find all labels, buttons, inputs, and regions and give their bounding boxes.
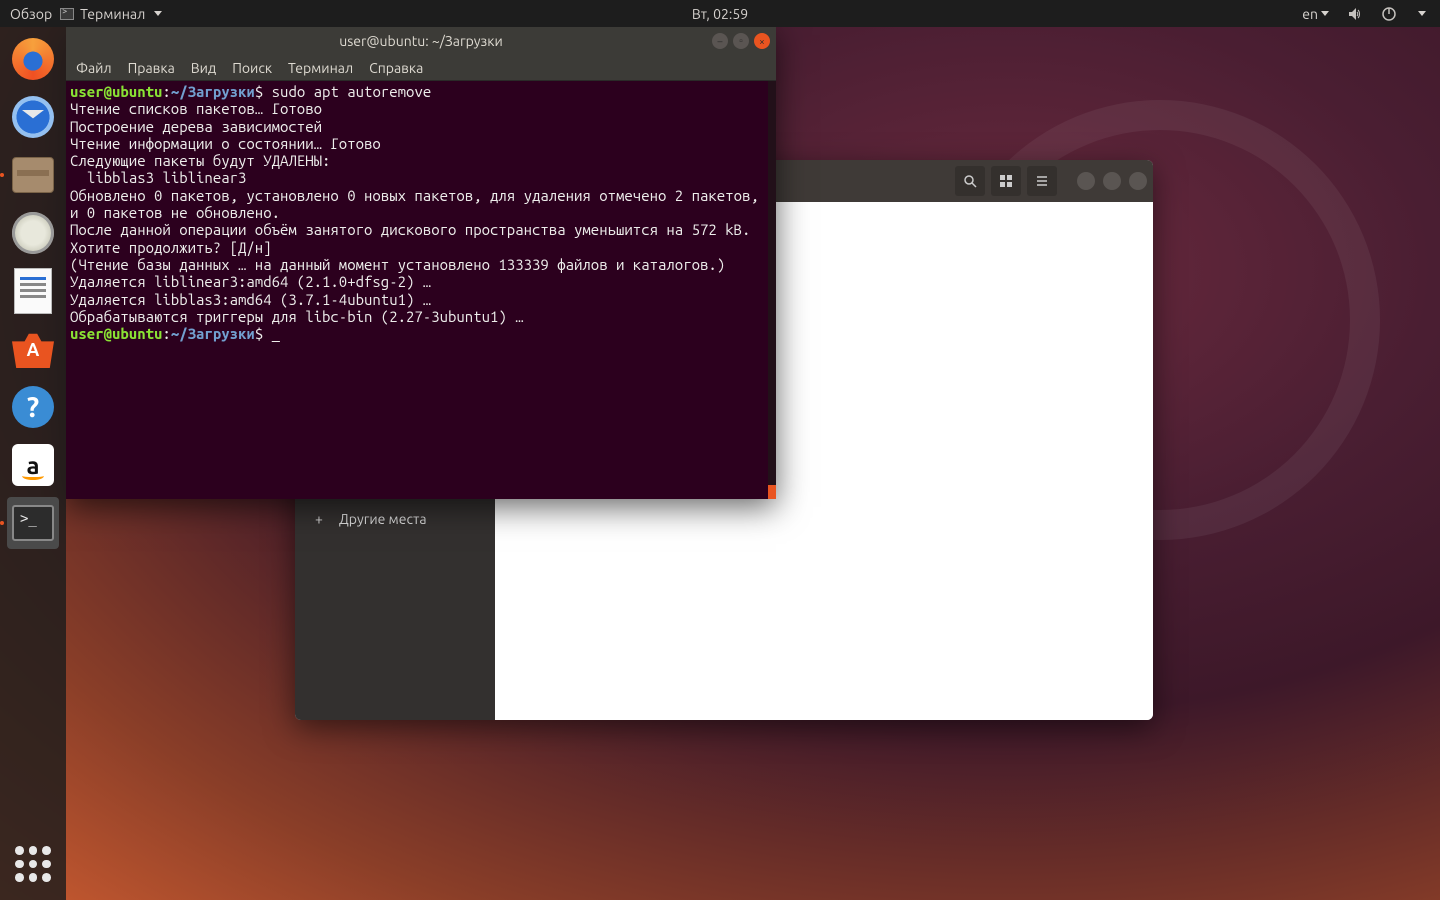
terminal-window[interactable]: user@ubuntu: ~/Загрузки – ▫ × Файл Правк… (66, 27, 776, 499)
term-line: (Чтение базы данных … на данный момент у… (70, 256, 725, 273)
dock: ? a (0, 27, 66, 900)
term-line: Хотите продолжить? [Д/н] (70, 239, 272, 256)
prompt-path: ~/Загрузки (171, 325, 255, 342)
clock[interactable]: Вт, 02:59 (692, 6, 748, 22)
view-toggle-button[interactable] (991, 166, 1021, 196)
prompt-path: ~/Загрузки (171, 83, 255, 100)
term-line: libblas3 liblinear3 (70, 169, 246, 186)
term-line: После данной операции объём занятого дис… (70, 221, 750, 238)
appmenu-terminal[interactable]: Терминал (60, 6, 162, 22)
prompt-symbol: $ (255, 325, 263, 342)
apps-grid-icon (15, 846, 51, 882)
launcher-terminal[interactable] (7, 497, 59, 549)
term-line: Чтение списков пакетов… Готово (70, 100, 322, 117)
search-button[interactable] (955, 166, 985, 196)
launcher-help[interactable]: ? (7, 381, 59, 433)
command-text: sudo apt autoremove (272, 83, 432, 100)
volume-icon[interactable] (1347, 6, 1363, 22)
terminal-scrollbar-thumb[interactable] (768, 485, 776, 499)
firefox-icon (12, 38, 54, 80)
software-icon (12, 330, 54, 368)
sidebar-item-label: Другие места (339, 511, 427, 527)
terminal-title-text: user@ubuntu: ~/Загрузки (339, 33, 503, 49)
terminal-titlebar[interactable]: user@ubuntu: ~/Загрузки – ▫ × (66, 27, 776, 55)
prompt-symbol: $ (255, 83, 263, 100)
terminal-icon (60, 8, 74, 20)
term-line: Следующие пакеты будут УДАЛЕНЫ: (70, 152, 330, 169)
show-applications-button[interactable] (7, 838, 59, 890)
window-close-button[interactable] (1129, 172, 1147, 190)
files-icon (12, 157, 54, 193)
grid-icon (999, 174, 1013, 188)
sidebar-item-other-places[interactable]: + Другие места (295, 502, 495, 536)
window-maximize-button[interactable]: ▫ (733, 33, 749, 49)
launcher-software[interactable] (7, 323, 59, 375)
keyboard-layout-label: en (1302, 6, 1318, 22)
chevron-down-icon (154, 11, 162, 16)
launcher-rhythmbox[interactable] (7, 207, 59, 259)
window-minimize-button[interactable] (1077, 172, 1095, 190)
window-minimize-button[interactable]: – (712, 33, 728, 49)
chevron-down-icon (1321, 11, 1329, 16)
terminal-output[interactable]: user@ubuntu:~/Загрузки$ sudo apt autorem… (66, 81, 776, 499)
terminal-menubar: Файл Правка Вид Поиск Терминал Справка (66, 55, 776, 81)
menu-view[interactable]: Вид (191, 60, 216, 76)
menu-help[interactable]: Справка (369, 60, 423, 76)
launcher-firefox[interactable] (7, 33, 59, 85)
power-icon[interactable] (1381, 6, 1397, 22)
prompt-sep: : (162, 83, 170, 100)
menu-edit[interactable]: Правка (128, 60, 175, 76)
term-line: Удаляется liblinear3:amd64 (2.1.0+dfsg-2… (70, 273, 431, 290)
term-line: Чтение информации о состоянии… Готово (70, 135, 381, 152)
launcher-thunderbird[interactable] (7, 91, 59, 143)
menu-search[interactable]: Поиск (232, 60, 272, 76)
help-icon: ? (12, 386, 54, 428)
prompt-sep: : (162, 325, 170, 342)
plus-icon: + (311, 511, 327, 527)
menu-file[interactable]: Файл (76, 60, 112, 76)
launcher-amazon[interactable]: a (7, 439, 59, 491)
term-line: Обновлено 0 пакетов, установлено 0 новых… (70, 187, 767, 221)
prompt-user: user@ubuntu (70, 325, 162, 342)
rhythmbox-icon (12, 212, 54, 254)
terminal-icon (12, 505, 54, 541)
keyboard-layout-indicator[interactable]: en (1302, 6, 1329, 22)
writer-icon (14, 268, 52, 314)
terminal-scrollbar-track[interactable] (768, 81, 776, 499)
menu-terminal[interactable]: Терминал (288, 60, 353, 76)
term-line: Построение дерева зависимостей (70, 118, 322, 135)
launcher-files[interactable] (7, 149, 59, 201)
chevron-down-icon (1418, 11, 1426, 16)
hamburger-menu-button[interactable] (1027, 166, 1057, 196)
amazon-icon: a (12, 444, 54, 486)
launcher-writer[interactable] (7, 265, 59, 317)
term-line: Обрабатываются триггеры для libc-bin (2.… (70, 308, 524, 325)
hamburger-icon (1035, 174, 1049, 188)
top-panel: Обзор Терминал Вт, 02:59 en (0, 0, 1440, 27)
window-maximize-button[interactable] (1103, 172, 1121, 190)
term-line: Удаляется libblas3:amd64 (3.7.1-4ubuntu1… (70, 291, 431, 308)
activities-button[interactable]: Обзор (10, 6, 52, 22)
appmenu-label: Терминал (80, 6, 145, 22)
window-close-button[interactable]: × (754, 33, 770, 49)
prompt-user: user@ubuntu (70, 83, 162, 100)
cursor: _ (272, 325, 280, 342)
thunderbird-icon (12, 96, 54, 138)
search-icon (963, 174, 977, 188)
